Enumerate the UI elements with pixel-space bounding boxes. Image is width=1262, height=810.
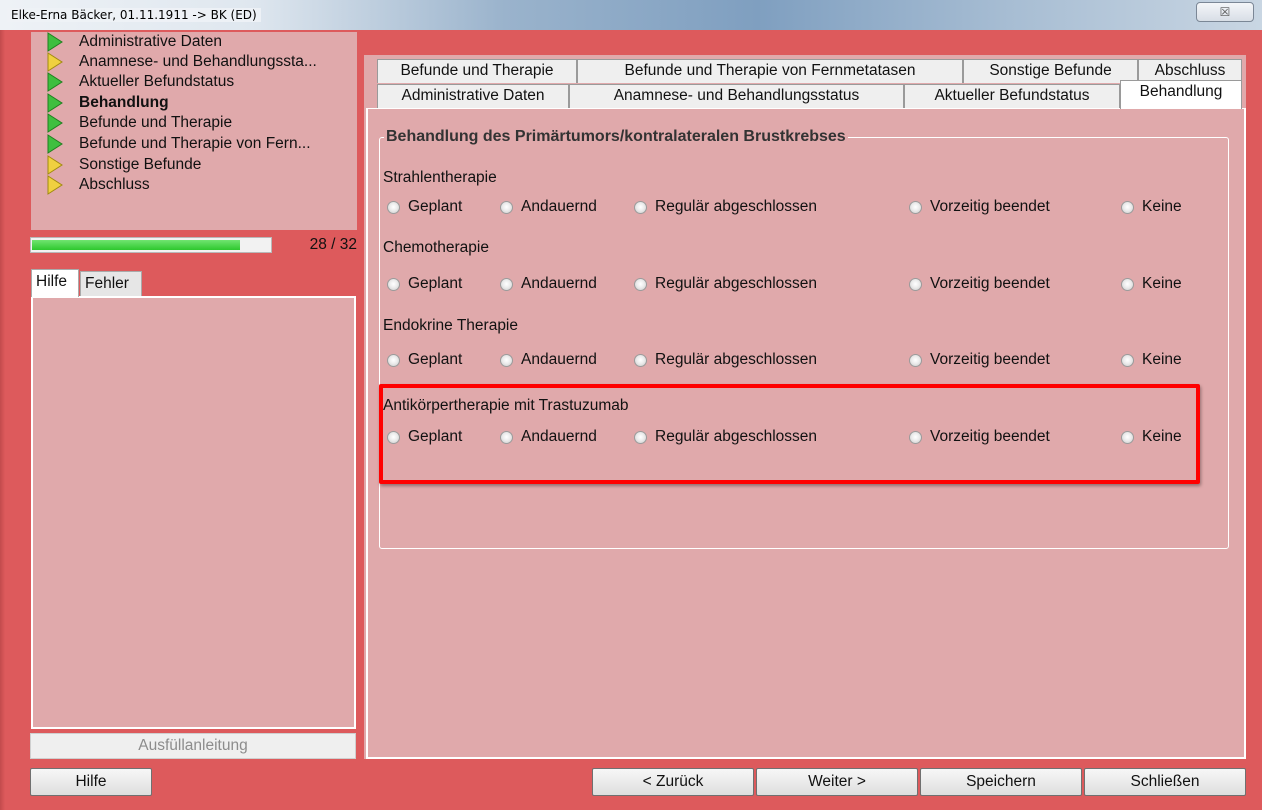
- tab-fehler[interactable]: Fehler: [80, 271, 142, 297]
- radio-circle-icon: [500, 430, 513, 444]
- radio-antikoerper-andauernd[interactable]: Andauernd: [500, 428, 597, 446]
- radio-circle-icon: [909, 353, 922, 367]
- radio-circle-icon: [500, 353, 513, 367]
- title-bar: Elke-Erna Bäcker, 01.11.1911 -> BK (ED) …: [0, 0, 1262, 30]
- radio-circle-icon: [634, 430, 647, 444]
- window-edge: [0, 30, 5, 810]
- radio-antikoerper-regulaer[interactable]: Regulär abgeschlossen: [634, 428, 817, 446]
- tab-befunde-fernmetastasen[interactable]: Befunde und Therapie von Fernmetatasen: [577, 59, 963, 83]
- nav-item-label: Aktueller Befundstatus: [79, 73, 235, 90]
- radio-chemotherapie-vorzeitig[interactable]: Vorzeitig beendet: [909, 275, 1050, 293]
- window-title: Elke-Erna Bäcker, 01.11.1911 -> BK (ED): [7, 8, 261, 22]
- progress-bar: [30, 237, 272, 253]
- radio-circle-icon: [634, 200, 647, 214]
- section-antikoerpertherapie: Antikörpertherapie mit Trastuzumab: [383, 397, 629, 414]
- nav-item-label: Befunde und Therapie: [79, 114, 233, 131]
- radio-endokrine-regulaer[interactable]: Regulär abgeschlossen: [634, 351, 817, 369]
- radio-antikoerper-vorzeitig[interactable]: Vorzeitig beendet: [909, 428, 1050, 446]
- radio-strahlentherapie-andauernd[interactable]: Andauernd: [500, 198, 597, 216]
- green-arrow-icon: [45, 113, 65, 133]
- radio-circle-icon: [1121, 353, 1134, 367]
- yellow-arrow-icon: [45, 155, 65, 175]
- radio-endokrine-geplant[interactable]: Geplant: [387, 351, 462, 369]
- back-button[interactable]: < Zurück: [592, 768, 754, 796]
- help-button[interactable]: Hilfe: [30, 768, 152, 796]
- green-arrow-icon: [45, 134, 65, 154]
- groupbox-title: Behandlung des Primärtumors/kontralatera…: [384, 128, 848, 146]
- section-navigation: Administrative Daten Anamnese- und Behan…: [31, 32, 357, 230]
- nav-item-sonstige-befunde[interactable]: Sonstige Befunde: [45, 155, 355, 175]
- nav-item-anamnese[interactable]: Anamnese- und Behandlungssta...: [45, 52, 355, 72]
- yellow-arrow-icon: [45, 175, 65, 195]
- nav-item-behandlung[interactable]: Behandlung: [45, 93, 355, 113]
- radio-endokrine-keine[interactable]: Keine: [1121, 351, 1182, 369]
- window-close-button[interactable]: ☒: [1196, 2, 1254, 22]
- radio-antikoerper-keine[interactable]: Keine: [1121, 428, 1182, 446]
- radio-chemotherapie-geplant[interactable]: Geplant: [387, 275, 462, 293]
- radio-circle-icon: [387, 200, 400, 214]
- nav-item-label: Administrative Daten: [79, 33, 223, 50]
- green-arrow-icon: [45, 93, 65, 113]
- tab-hilfe[interactable]: Hilfe: [31, 269, 79, 297]
- radio-endokrine-vorzeitig[interactable]: Vorzeitig beendet: [909, 351, 1050, 369]
- close-button[interactable]: Schließen: [1084, 768, 1246, 796]
- radio-circle-icon: [500, 277, 513, 291]
- nav-item-administrative-daten[interactable]: Administrative Daten: [45, 32, 355, 52]
- nav-item-label: Behandlung: [79, 94, 169, 111]
- yellow-arrow-icon: [45, 52, 65, 72]
- radio-circle-icon: [387, 277, 400, 291]
- tab-aktueller-befundstatus[interactable]: Aktueller Befundstatus: [904, 84, 1120, 108]
- tab-behandlung[interactable]: Behandlung: [1120, 80, 1242, 109]
- section-chemotherapie: Chemotherapie: [383, 239, 489, 256]
- save-button[interactable]: Speichern: [920, 768, 1082, 796]
- radio-circle-icon: [909, 277, 922, 291]
- radio-circle-icon: [1121, 430, 1134, 444]
- nav-item-label: Anamnese- und Behandlungssta...: [79, 53, 317, 70]
- radio-antikoerper-geplant[interactable]: Geplant: [387, 428, 462, 446]
- progress-fill: [32, 240, 240, 250]
- nav-item-label: Befunde und Therapie von Fern...: [79, 135, 311, 152]
- tab-sonstige-befunde[interactable]: Sonstige Befunde: [963, 59, 1138, 83]
- radio-strahlentherapie-keine[interactable]: Keine: [1121, 198, 1182, 216]
- nav-item-aktueller-befundstatus[interactable]: Aktueller Befundstatus: [45, 72, 355, 92]
- green-arrow-icon: [45, 32, 65, 52]
- green-arrow-icon: [45, 72, 65, 92]
- radio-chemotherapie-keine[interactable]: Keine: [1121, 275, 1182, 293]
- radio-chemotherapie-regulaer[interactable]: Regulär abgeschlossen: [634, 275, 817, 293]
- radio-strahlentherapie-regulaer[interactable]: Regulär abgeschlossen: [634, 198, 817, 216]
- radio-circle-icon: [634, 277, 647, 291]
- progress-count: 28 / 32: [309, 236, 357, 253]
- nav-item-label: Sonstige Befunde: [79, 156, 202, 173]
- nav-item-befunde-fernmetastasen[interactable]: Befunde und Therapie von Fern...: [45, 134, 355, 154]
- radio-circle-icon: [909, 200, 922, 214]
- section-endokrine-therapie: Endokrine Therapie: [383, 317, 518, 334]
- radio-strahlentherapie-geplant[interactable]: Geplant: [387, 198, 462, 216]
- radio-circle-icon: [634, 353, 647, 367]
- tab-administrative-daten[interactable]: Administrative Daten: [377, 84, 569, 108]
- nav-item-label: Abschluss: [79, 176, 150, 193]
- radio-endokrine-andauernd[interactable]: Andauernd: [500, 351, 597, 369]
- nav-item-abschluss[interactable]: Abschluss: [45, 175, 355, 195]
- radio-circle-icon: [387, 353, 400, 367]
- radio-circle-icon: [1121, 200, 1134, 214]
- radio-circle-icon: [387, 430, 400, 444]
- application-window: Elke-Erna Bäcker, 01.11.1911 -> BK (ED) …: [0, 0, 1262, 810]
- tab-befunde-und-therapie[interactable]: Befunde und Therapie: [377, 59, 577, 83]
- next-button[interactable]: Weiter >: [756, 768, 918, 796]
- help-pane: [31, 296, 356, 729]
- radio-chemotherapie-andauernd[interactable]: Andauernd: [500, 275, 597, 293]
- tab-anamnese[interactable]: Anamnese- und Behandlungsstatus: [569, 84, 904, 108]
- close-icon: ☒: [1219, 5, 1231, 19]
- radio-circle-icon: [909, 430, 922, 444]
- radio-circle-icon: [500, 200, 513, 214]
- radio-strahlentherapie-vorzeitig[interactable]: Vorzeitig beendet: [909, 198, 1050, 216]
- section-strahlentherapie: Strahlentherapie: [383, 169, 497, 186]
- radio-circle-icon: [1121, 277, 1134, 291]
- nav-item-befunde-und-therapie[interactable]: Befunde und Therapie: [45, 113, 355, 133]
- fill-guide-button[interactable]: Ausfüllanleitung: [30, 733, 356, 759]
